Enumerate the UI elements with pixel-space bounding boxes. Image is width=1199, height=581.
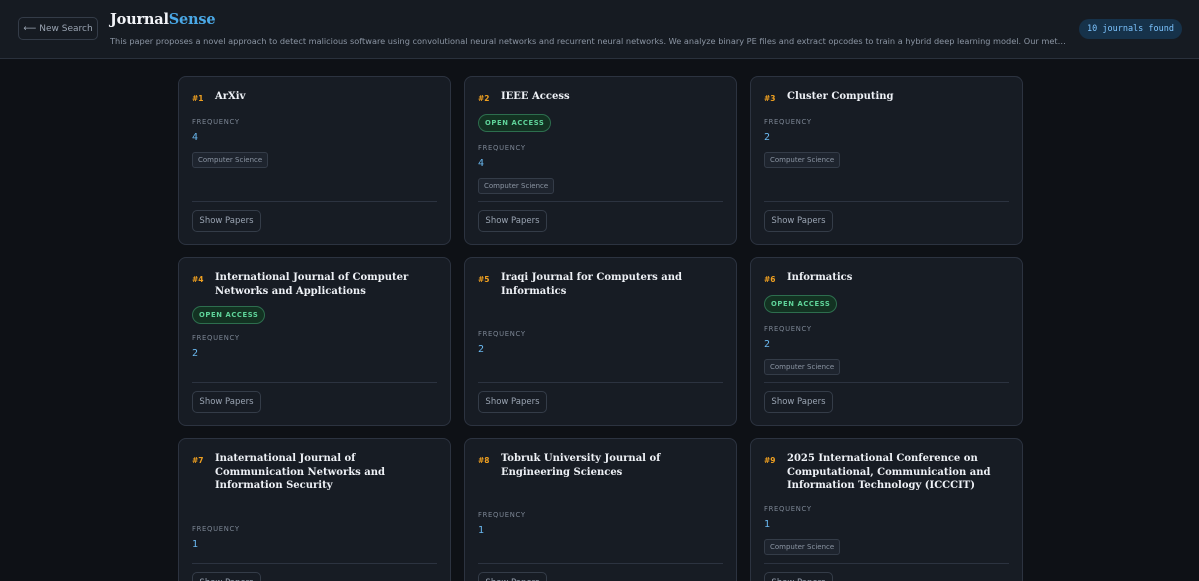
journal-rank: #2 xyxy=(478,94,490,103)
journal-rank: #9 xyxy=(764,456,776,465)
journal-card-header: #6 Informatics xyxy=(764,271,1009,287)
journal-card-header: #2 IEEE Access xyxy=(478,90,723,106)
journal-card: #2 IEEE Access OPEN ACCESS FREQUENCY 4 Comput… xyxy=(464,76,737,245)
journal-card: #8 Tobruk University Journal of Engineeri… xyxy=(464,438,737,581)
journal-card: #4 International Journal of Computer Netw… xyxy=(178,257,451,426)
journal-card: #6 Informatics OPEN ACCESS FREQUENCY 2 Comput… xyxy=(750,257,1023,426)
card-spacer xyxy=(764,375,1009,382)
show-papers-button[interactable]: Show Papers xyxy=(478,572,547,581)
frequency-value: 1 xyxy=(764,518,771,530)
journal-grid: #1 ArXiv FREQUENCY 4 Computer Science Show Pa… xyxy=(178,76,1023,581)
app-header: ⟵ New Search JournalSense This paper pro… xyxy=(0,0,1199,59)
journal-rank: #8 xyxy=(478,456,490,465)
show-papers-button[interactable]: Show Papers xyxy=(764,210,833,232)
journal-card-header: #4 International Journal of Computer Netw… xyxy=(192,271,437,298)
subject-tag: Computer Science xyxy=(764,538,841,555)
show-papers-button[interactable]: Show Papers xyxy=(478,210,547,232)
journal-rank: #1 xyxy=(192,94,204,103)
card-divider xyxy=(192,563,437,564)
journal-card-header: #9 2025 International Conference on Compu… xyxy=(764,452,1009,493)
journal-name: Inaternational Journal of Communication … xyxy=(215,453,385,491)
card-divider xyxy=(764,382,1009,383)
journal-rank: #4 xyxy=(192,275,204,284)
journal-card-header: #7 Inaternational Journal of Communicatio… xyxy=(192,452,437,493)
frequency-value: 2 xyxy=(764,132,771,143)
subject-tag: Computer Science xyxy=(478,178,555,194)
show-papers-button[interactable]: Show Papers xyxy=(764,391,833,413)
new-search-label: New Search xyxy=(39,23,93,34)
journal-name: Tobruk University Journal of Engineering… xyxy=(501,453,661,478)
journal-name: Informatics xyxy=(787,272,853,283)
frequency-value: 4 xyxy=(192,132,199,143)
journal-name: Cluster Computing xyxy=(787,91,894,102)
frequency-value: 2 xyxy=(192,348,199,359)
subject-tag: Computer Science xyxy=(764,152,841,168)
card-spacer xyxy=(192,359,437,382)
frequency-label: FREQUENCY xyxy=(478,330,526,338)
open-access-badge: OPEN ACCESS xyxy=(764,295,838,313)
frequency-label: FREQUENCY xyxy=(478,144,526,152)
card-divider xyxy=(478,201,723,202)
frequency-label: FREQUENCY xyxy=(192,334,240,342)
card-spacer xyxy=(192,550,437,564)
open-access-badge: OPEN ACCESS xyxy=(192,306,266,324)
card-divider xyxy=(192,382,437,383)
show-papers-button[interactable]: Show Papers xyxy=(764,572,833,581)
journal-card: #1 ArXiv FREQUENCY 4 Computer Science Show Pa… xyxy=(178,76,451,245)
subject-tag: Computer Science xyxy=(192,152,269,168)
show-papers-button[interactable]: Show Papers xyxy=(192,391,261,413)
open-access-badge: OPEN ACCESS xyxy=(478,114,552,132)
card-divider xyxy=(478,382,723,383)
brand-part-sense: Sense xyxy=(168,11,216,28)
new-search-button[interactable]: ⟵ New Search xyxy=(18,17,98,40)
journal-card: #9 2025 International Conference on Compu… xyxy=(750,438,1023,581)
frequency-label: FREQUENCY xyxy=(764,504,812,513)
journal-card-header: #5 Iraqi Journal for Computers and Inform… xyxy=(478,271,723,298)
journal-name: Iraqi Journal for Computers and Informat… xyxy=(501,272,682,297)
frequency-value: 2 xyxy=(478,344,485,355)
journal-rank: #7 xyxy=(192,456,204,465)
card-divider xyxy=(764,201,1009,202)
journal-card: #7 Inaternational Journal of Communicatio… xyxy=(178,438,451,581)
frequency-value: 1 xyxy=(192,538,199,550)
abstract-preview: This paper proposes a novel approach to … xyxy=(110,36,1068,46)
frequency-label: FREQUENCY xyxy=(192,118,240,126)
journal-name: International Journal of Computer Networ… xyxy=(215,272,409,297)
frequency-label: FREQUENCY xyxy=(764,325,812,333)
journal-card: #3 Cluster Computing FREQUENCY 2 Computer Sc… xyxy=(750,76,1023,245)
results-count-badge: 10 journals found xyxy=(1079,19,1182,39)
subject-tag: Computer Science xyxy=(764,359,841,375)
journal-rank: #6 xyxy=(764,275,776,284)
brand-logo: JournalSense xyxy=(110,11,216,28)
frequency-value: 1 xyxy=(478,525,485,536)
card-divider xyxy=(478,563,723,564)
frequency-label: FREQUENCY xyxy=(764,118,812,126)
show-papers-button[interactable]: Show Papers xyxy=(192,210,261,232)
brand-part-journal: Journal xyxy=(110,11,169,28)
journal-rank: #3 xyxy=(764,94,776,103)
frequency-value: 4 xyxy=(478,158,485,169)
journal-name: ArXiv xyxy=(215,91,246,102)
journal-name: 2025 International Conference on Computa… xyxy=(787,453,991,491)
frequency-label: FREQUENCY xyxy=(478,511,526,519)
arrow-left-icon: ⟵ xyxy=(23,23,37,34)
show-papers-button[interactable]: Show Papers xyxy=(478,391,547,413)
journal-card-header: #8 Tobruk University Journal of Engineeri… xyxy=(478,452,723,479)
journal-card-header: #3 Cluster Computing xyxy=(764,90,1009,106)
journal-name: IEEE Access xyxy=(501,91,570,102)
journal-card: #5 Iraqi Journal for Computers and Inform… xyxy=(464,257,737,426)
card-spacer xyxy=(764,555,1009,564)
journal-rank: #5 xyxy=(478,275,490,284)
card-spacer xyxy=(478,355,723,382)
frequency-label: FREQUENCY xyxy=(192,524,240,533)
show-papers-button[interactable]: Show Papers xyxy=(192,572,261,581)
card-spacer xyxy=(764,168,1009,201)
card-spacer xyxy=(192,168,437,201)
frequency-value: 2 xyxy=(764,339,771,350)
card-divider xyxy=(764,563,1009,564)
journal-card-header: #1 ArXiv xyxy=(192,90,437,106)
card-divider xyxy=(192,201,437,202)
card-spacer xyxy=(478,194,723,201)
card-spacer xyxy=(478,536,723,563)
